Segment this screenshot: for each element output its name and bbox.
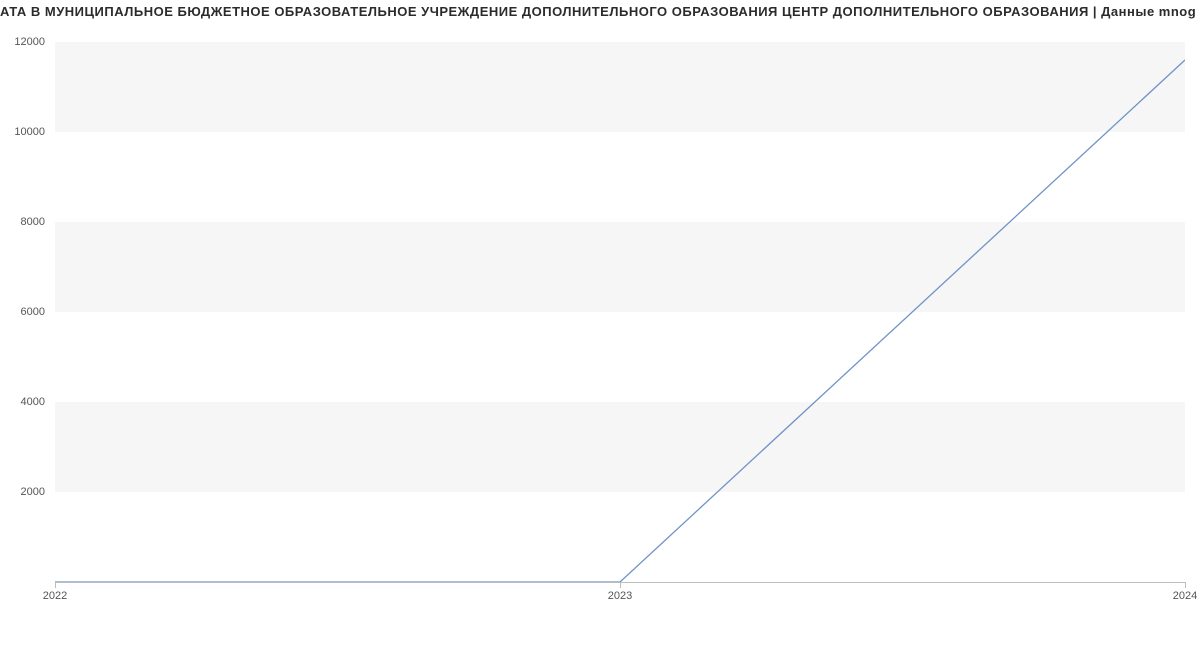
chart-area: 20004000600080001000012000202220232024 xyxy=(55,42,1185,582)
x-tick-mark xyxy=(620,582,621,588)
y-tick-label: 12000 xyxy=(0,36,45,48)
y-tick-label: 6000 xyxy=(0,306,45,318)
y-tick-label: 8000 xyxy=(0,216,45,228)
plot-area xyxy=(55,42,1185,582)
x-tick-label: 2022 xyxy=(43,590,67,602)
x-tick-mark xyxy=(55,582,56,588)
x-tick-label: 2024 xyxy=(1173,590,1197,602)
chart-title: АТА В МУНИЦИПАЛЬНОЕ БЮДЖЕТНОЕ ОБРАЗОВАТЕ… xyxy=(0,4,1200,19)
y-tick-label: 2000 xyxy=(0,486,45,498)
line-series xyxy=(55,42,1185,582)
x-tick-mark xyxy=(1185,582,1186,588)
y-tick-label: 10000 xyxy=(0,126,45,138)
x-tick-label: 2023 xyxy=(608,590,632,602)
y-tick-label: 4000 xyxy=(0,396,45,408)
